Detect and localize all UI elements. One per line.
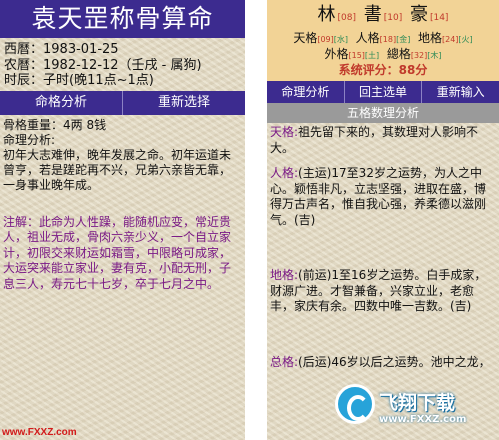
para-text: 祖先留下来的，其数理对人影响不大。 [270, 125, 479, 155]
right-button-bar: 命理分析 回主选单 重新输入 [267, 81, 499, 103]
total-grid-para: 总格:(后运)46岁以后之运势。池中之龙， [270, 355, 496, 371]
main-menu-button[interactable]: 回主选单 [345, 81, 423, 103]
stroke-count: [10] [383, 13, 403, 23]
grid-element: [木] [427, 51, 442, 60]
grid-label: 天格 [293, 31, 318, 45]
para-label: 天格: [270, 125, 299, 139]
grid-element: [金] [396, 35, 411, 44]
heaven-grid-para: 天格:祖先留下来的，其数理对人影响不大。 [270, 125, 496, 156]
fate-analysis-button[interactable]: 命理分析 [267, 81, 345, 103]
five-grid-analysis: 天格:祖先留下来的，其数理对人影响不大。 人格:(主运)17至32岁之运势，为人… [267, 123, 499, 370]
grid-label: 外格 [324, 47, 349, 61]
grid-row-1: 天格[09][水] 人格[18][金] 地格[24][火] [267, 31, 499, 47]
reinput-button[interactable]: 重新输入 [422, 81, 499, 103]
stroke-count: [08] [337, 13, 357, 23]
grid-label: 地格 [417, 31, 442, 45]
grid-number: [09] [317, 35, 334, 44]
logo-icon [335, 384, 375, 424]
person-grid-para: 人格:(主运)17至32岁之运势，为人之中心。颖悟非凡，立志坚强，进取在盛，博得… [270, 166, 496, 228]
name-header: 林[08] 書[10] 豪[14] 天格[09][水] 人格[18][金] 地格… [267, 0, 499, 81]
section-title: 五格数理分析 [267, 103, 499, 123]
name-char: 書 [363, 4, 384, 25]
left-button-bar: 命格分析 重新选择 [0, 90, 245, 115]
grid-number: [15] [348, 51, 365, 60]
name-analysis-screen: 林[08] 書[10] 豪[14] 天格[09][水] 人格[18][金] 地格… [267, 0, 499, 440]
grid-number: [24] [442, 35, 459, 44]
note-text: 注解：此命为人性躁，能随机应变，常近贵人，祖业无成，骨肉六亲少义，一个自立家计，… [3, 214, 232, 291]
grid-number: [18] [379, 35, 397, 44]
fate-analysis-button[interactable]: 命格分析 [0, 90, 123, 115]
lunar-date: 农曆：1982-12-12（壬戌 - 属狗) [4, 57, 202, 73]
gregorian-date: 西曆：1983-01-25 [4, 42, 119, 57]
watermark-url-left: www.FXXZ.com [2, 427, 77, 438]
watermark-logo: 飞翔下载 www.FXXZ.com [335, 380, 495, 440]
grid-number: [32] [410, 51, 428, 60]
para-text: (前运)1至16岁之运势。白手成家，财源广进。才智兼备，兴家立业，老愈丰，家庆有… [270, 268, 487, 313]
reselect-button[interactable]: 重新选择 [123, 91, 245, 115]
grid-label: 人格 [355, 31, 380, 45]
analysis-block: 骨格重量：4两 8钱 命理分析: 初年大志难伸，晚年发展之命。初年运道未曾亨，若… [0, 115, 245, 193]
para-label: 地格: [270, 268, 299, 282]
score-value: 88分 [398, 63, 428, 77]
analysis-label: 命理分析: [3, 132, 56, 147]
grid-element: [火] [458, 35, 473, 44]
birth-hour: 时辰：子时(晚11点~1点) [4, 73, 154, 88]
para-text: (后运)46岁以后之运势。池中之龙， [298, 354, 491, 369]
earth-grid-para: 地格:(前运)1至16岁之运势。白手成家，财源广进。才智兼备，兴家立业，老愈丰，… [270, 268, 496, 315]
para-label: 总格: [270, 354, 299, 369]
grid-element: [水] [333, 35, 349, 44]
bone-weight: 骨格重量：4两 8钱 [3, 117, 107, 132]
name-chars: 林[08] 書[10] 豪[14] [267, 2, 499, 31]
para-text: (主运)17至32岁之运势，为人之中心。颖悟非凡，立志坚强，进取在盛，博得万古声… [270, 166, 487, 227]
name-char: 豪 [409, 4, 430, 25]
watermark-url-right: www.FXXZ.com [379, 414, 467, 425]
grid-label: 總格 [386, 47, 411, 61]
grid-row-2: 外格[15][土] 總格[32][木] [267, 47, 499, 63]
grid-element: [土] [364, 51, 380, 60]
watermark-brand: 飞翔下载 [379, 392, 456, 414]
stroke-count: [14] [429, 13, 449, 23]
name-char: 林 [317, 4, 338, 25]
analysis-text: 初年大志难伸，晚年发展之命。初年运道未曾亨，若是蹉跎再不兴，兄弟六亲皆无靠，一身… [3, 147, 232, 192]
birth-fortune-screen: 袁天罡称骨算命 西曆：1983-01-25 农曆：1982-12-12（壬戌 -… [0, 0, 245, 440]
para-label: 人格: [270, 166, 299, 180]
app-title: 袁天罡称骨算命 [0, 0, 245, 38]
score-label: 系统评分： [338, 63, 399, 77]
system-score: 系统评分：88分 [267, 63, 499, 78]
birth-info: 西曆：1983-01-25 农曆：1982-12-12（壬戌 - 属狗) 时辰：… [0, 38, 245, 89]
